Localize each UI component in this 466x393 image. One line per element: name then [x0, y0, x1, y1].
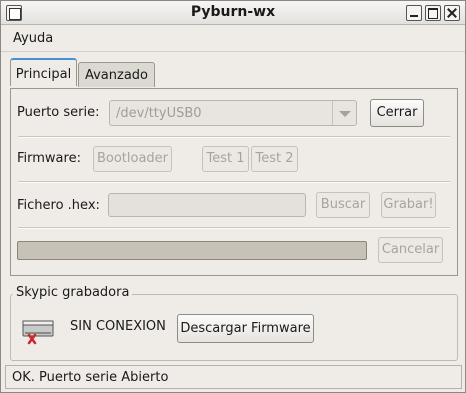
firmware-label: Firmware:: [17, 151, 81, 166]
status-text: OK. Puerto serie Abierto: [12, 370, 169, 385]
progress-bar: [17, 241, 367, 260]
title-bar[interactable]: Pyburn-wx: [1, 1, 465, 25]
bootloader-button[interactable]: Bootloader: [93, 146, 172, 172]
divider: [18, 227, 450, 229]
disconnected-device-icon: [22, 320, 54, 345]
menu-ayuda[interactable]: Ayuda: [13, 31, 53, 46]
chevron-down-icon[interactable]: [332, 101, 356, 125]
close-window-button[interactable]: [444, 5, 460, 21]
main-window: Pyburn-wx Ayuda Principal Avanzado Puert…: [0, 0, 466, 393]
connection-status: SIN CONEXION: [70, 319, 166, 334]
tab-avanzado[interactable]: Avanzado: [78, 62, 155, 87]
port-select[interactable]: /dev/ttyUSB0: [109, 100, 357, 126]
hex-file-field[interactable]: [108, 193, 306, 217]
test2-button[interactable]: Test 2: [251, 146, 298, 172]
menu-bar: Ayuda: [1, 26, 465, 52]
download-firmware-button[interactable]: Descargar Firmware: [177, 314, 314, 343]
port-select-value: /dev/ttyUSB0: [116, 106, 202, 121]
group-title: Skypic grabadora: [13, 285, 133, 300]
status-bar: OK. Puerto serie Abierto: [5, 365, 462, 389]
browse-button[interactable]: Buscar: [316, 192, 370, 218]
port-label: Puerto serie:: [17, 105, 100, 120]
window-title: Pyburn-wx: [190, 4, 276, 20]
maximize-button[interactable]: [425, 5, 441, 21]
minimize-button[interactable]: [406, 5, 422, 21]
test1-button[interactable]: Test 1: [202, 146, 249, 172]
close-port-button[interactable]: Cerrar: [370, 99, 424, 127]
burn-button[interactable]: Grabar!: [381, 192, 436, 218]
cancel-button[interactable]: Cancelar: [378, 237, 443, 263]
principal-panel: Puerto serie: /dev/ttyUSB0 Cerrar Firmwa…: [10, 88, 458, 276]
divider: [18, 136, 450, 138]
hex-label: Fichero .hex:: [17, 198, 100, 213]
tab-principal[interactable]: Principal: [10, 58, 77, 86]
divider: [18, 181, 450, 183]
